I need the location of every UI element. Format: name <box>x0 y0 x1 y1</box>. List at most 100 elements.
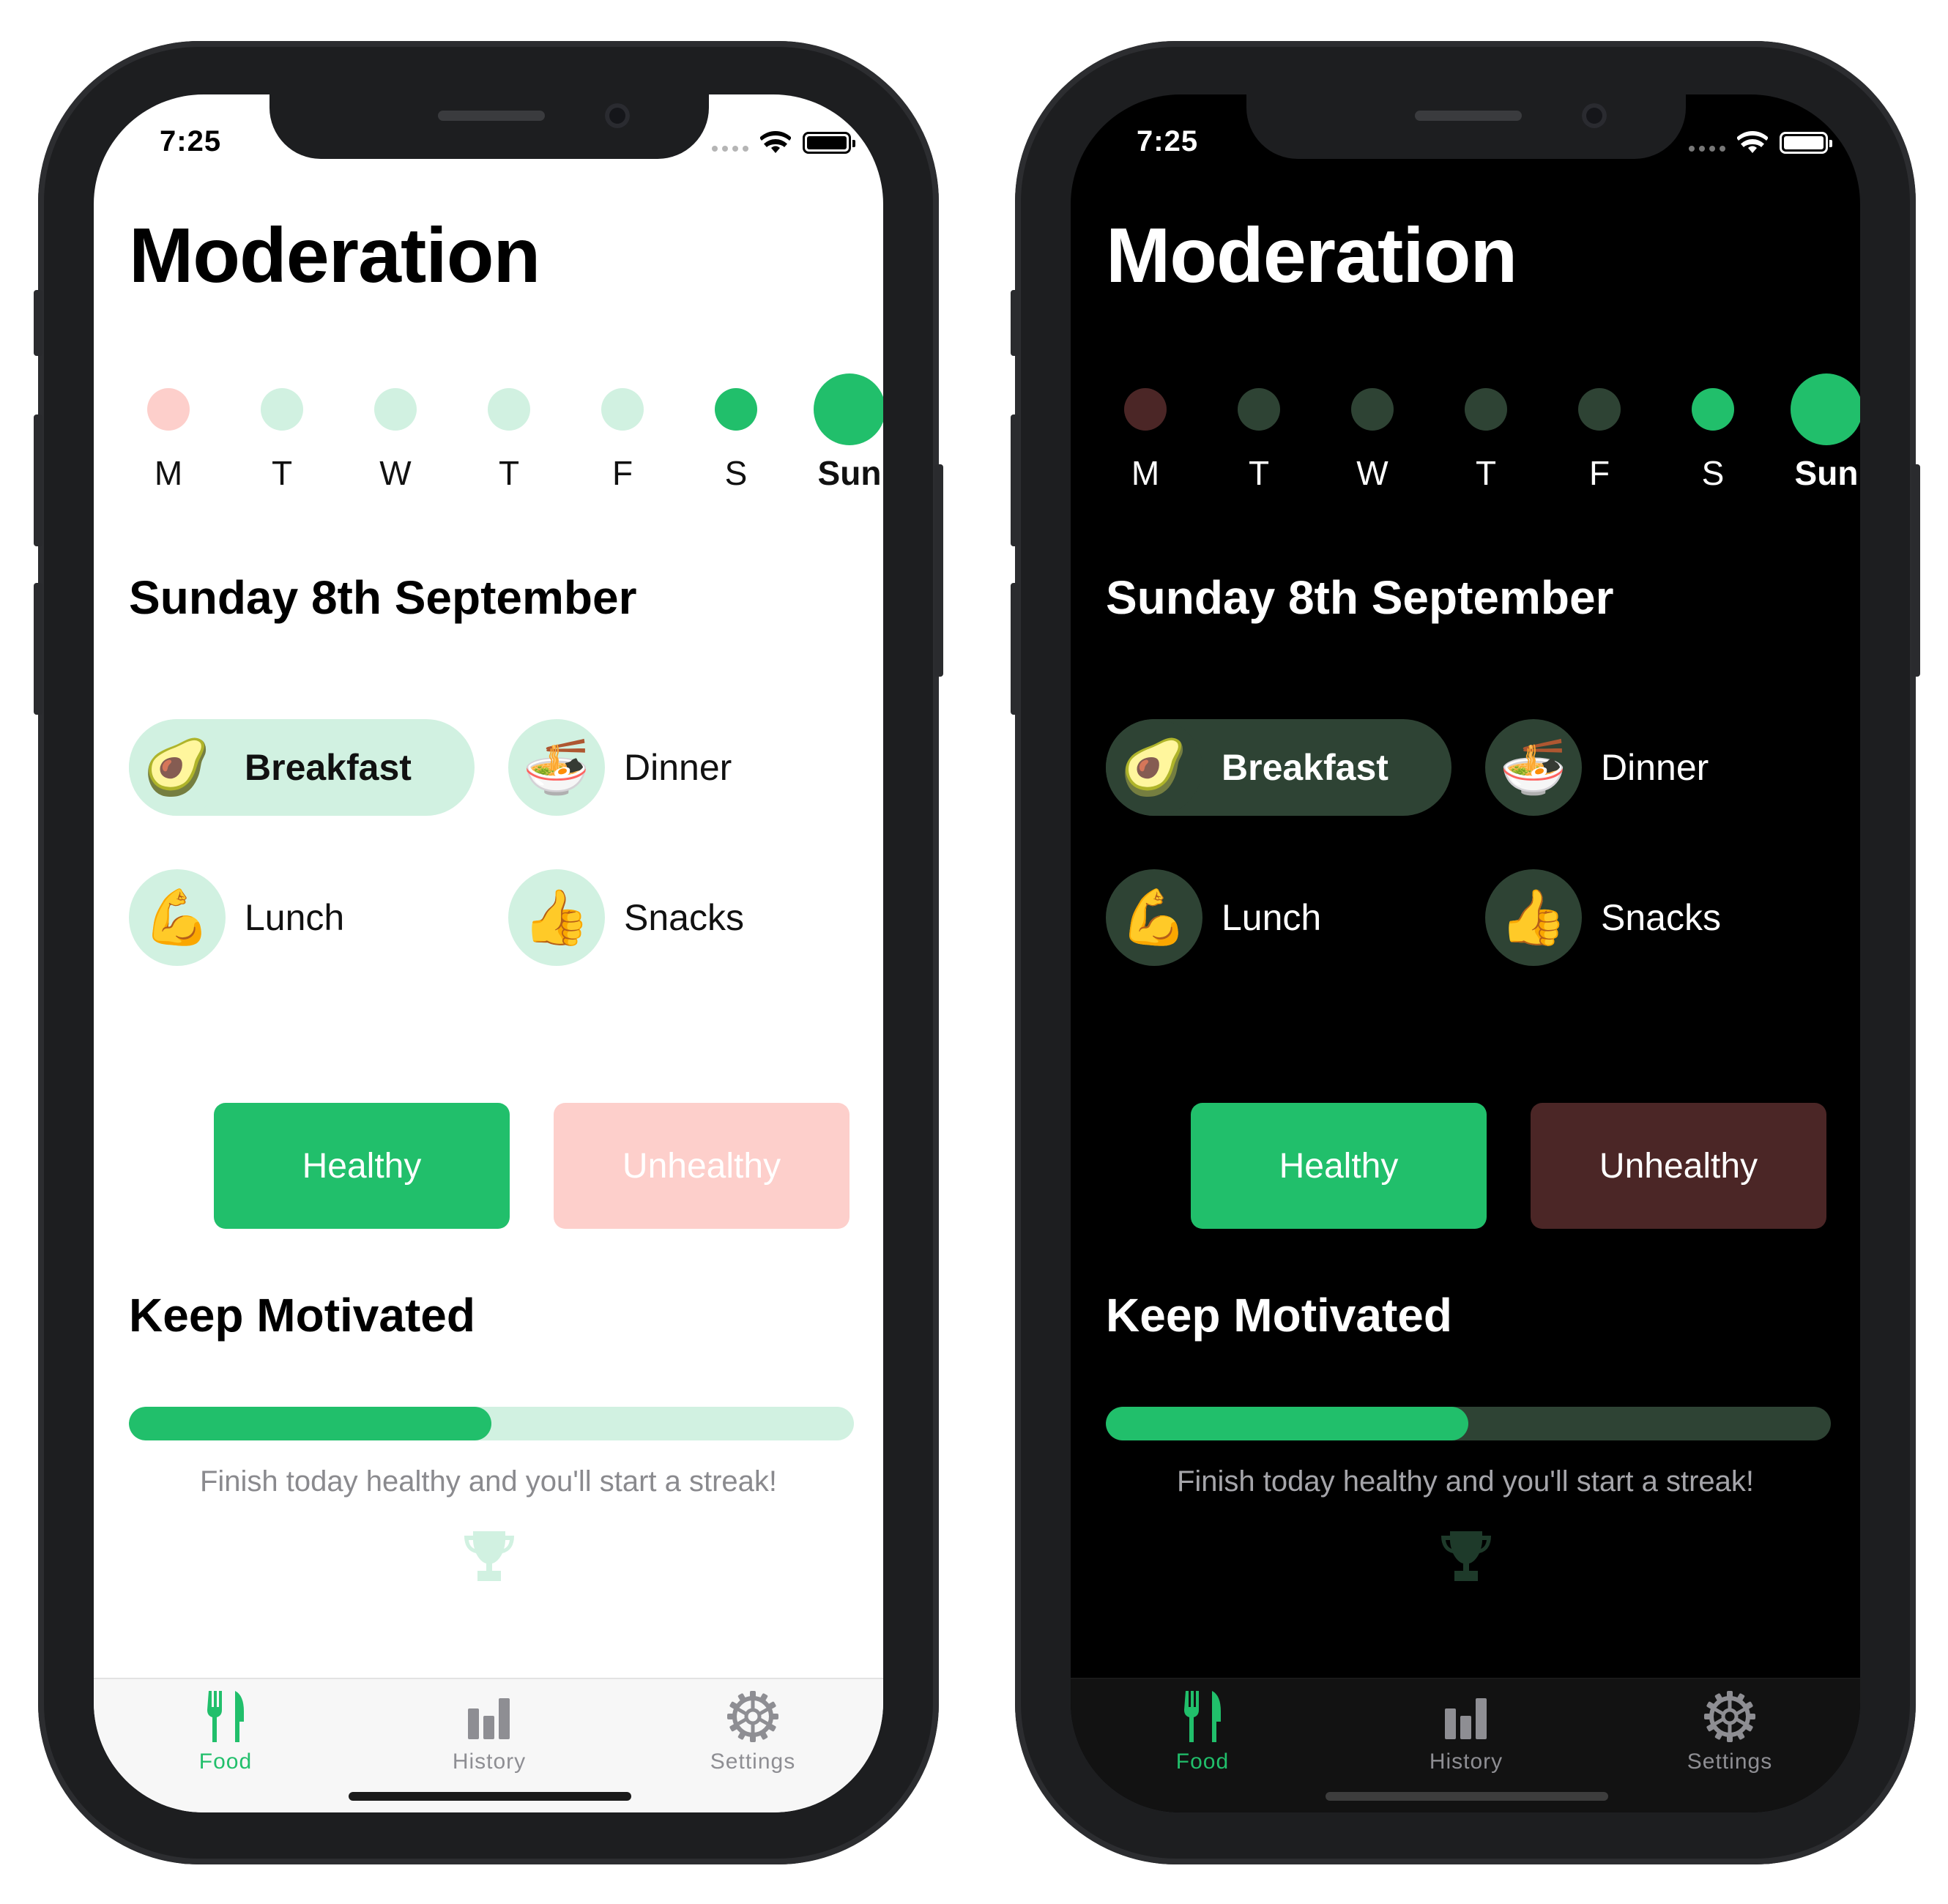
meal-lunch[interactable]: 💪 Lunch <box>1106 869 1321 966</box>
date-heading: Sunday 8th September <box>129 571 637 624</box>
day-label: F <box>1588 454 1610 492</box>
fork-knife-icon <box>1184 1691 1221 1742</box>
tab-label: History <box>1429 1749 1503 1774</box>
notch <box>269 94 709 159</box>
healthy-button[interactable]: Healthy <box>1191 1103 1487 1229</box>
day-3[interactable]: W <box>1328 358 1416 492</box>
app-screen: 7:25 Moderation M T W T F S Sun Sunday 8th Sep… <box>94 94 883 1812</box>
gear-icon <box>727 1691 778 1742</box>
day-6[interactable]: S <box>1669 358 1757 492</box>
day-4[interactable]: T <box>465 358 553 492</box>
trophy-icon <box>1441 1531 1491 1581</box>
home-indicator[interactable] <box>349 1792 631 1801</box>
tab-history[interactable]: History <box>1378 1689 1554 1792</box>
mute-switch <box>1011 290 1019 356</box>
day-5[interactable]: F <box>1555 358 1643 492</box>
meal-snacks[interactable]: 👍 Snacks <box>1485 869 1721 966</box>
day-label: S <box>1701 454 1725 492</box>
healthy-button[interactable]: Healthy <box>214 1103 510 1229</box>
app-title: Moderation <box>129 212 540 299</box>
volume-down-button <box>34 583 42 715</box>
streak-progress-bar <box>129 1407 854 1440</box>
day-status-dot <box>1692 388 1734 431</box>
day-3[interactable]: W <box>352 358 439 492</box>
meal-breakfast[interactable]: 🥑 Breakfast <box>1106 719 1451 816</box>
power-button <box>934 464 943 677</box>
trophy-icon <box>464 1531 514 1581</box>
day-status-dot <box>261 388 303 431</box>
meal-label: Snacks <box>1601 897 1721 938</box>
day-status-dot <box>1465 388 1507 431</box>
tab-food[interactable]: Food <box>138 1689 313 1792</box>
meal-dinner[interactable]: 🍜 Dinner <box>508 719 732 816</box>
status-time: 7:25 <box>1137 125 1199 157</box>
thumbs-up-icon: 👍 <box>1485 869 1582 966</box>
day-7[interactable]: Sun <box>806 358 883 492</box>
home-indicator[interactable] <box>1326 1792 1608 1801</box>
avocado-icon: 🥑 <box>1106 719 1202 816</box>
flexed-biceps-icon: 💪 <box>129 869 226 966</box>
day-7[interactable]: Sun <box>1782 358 1860 492</box>
flexed-biceps-icon: 💪 <box>1106 869 1202 966</box>
meal-label: Dinner <box>1601 747 1709 788</box>
volume-down-button <box>1011 583 1019 715</box>
day-2[interactable]: T <box>238 358 326 492</box>
streak-message: Finish today healthy and you'll start a … <box>1176 1465 1755 1498</box>
tab-settings[interactable]: Settings <box>1642 1689 1818 1792</box>
day-1[interactable]: M <box>1101 358 1189 492</box>
tab-label: Settings <box>710 1749 796 1774</box>
day-6[interactable]: S <box>692 358 780 492</box>
day-5[interactable]: F <box>579 358 666 492</box>
meal-snacks[interactable]: 👍 Snacks <box>508 869 744 966</box>
front-camera <box>1582 103 1607 128</box>
day-status-dot <box>147 388 190 431</box>
earpiece-speaker <box>1415 111 1522 121</box>
notch <box>1246 94 1686 159</box>
day-label: Sun <box>817 454 882 492</box>
day-2[interactable]: T <box>1215 358 1303 492</box>
front-camera <box>605 103 630 128</box>
wifi-icon <box>1737 131 1768 153</box>
fork-knife-icon <box>207 1691 244 1742</box>
meal-label: Snacks <box>624 897 744 938</box>
day-1[interactable]: M <box>124 358 212 492</box>
signal-icon <box>1689 146 1725 152</box>
signal-icon <box>712 146 748 152</box>
avocado-icon: 🥑 <box>129 719 226 816</box>
meal-lunch[interactable]: 💪 Lunch <box>129 869 344 966</box>
status-icons <box>712 131 855 155</box>
tab-history[interactable]: History <box>401 1689 577 1792</box>
day-label: T <box>498 454 520 492</box>
day-status-dot <box>601 388 644 431</box>
day-label: T <box>271 454 293 492</box>
battery-icon <box>1780 132 1832 154</box>
bar-chart-icon <box>468 1698 510 1739</box>
motivation-heading: Keep Motivated <box>129 1289 475 1342</box>
bar-chart-icon <box>1445 1698 1487 1739</box>
tab-food[interactable]: Food <box>1115 1689 1290 1792</box>
day-status-dot <box>715 388 757 431</box>
day-label: W <box>1356 454 1388 492</box>
thumbs-up-icon: 👍 <box>508 869 605 966</box>
battery-icon <box>803 132 855 154</box>
meal-dinner[interactable]: 🍜 Dinner <box>1485 719 1709 816</box>
day-status-dot <box>1351 388 1394 431</box>
unhealthy-button[interactable]: Unhealthy <box>554 1103 850 1229</box>
date-heading: Sunday 8th September <box>1106 571 1614 624</box>
wifi-icon <box>760 131 791 153</box>
day-label: S <box>724 454 748 492</box>
day-4[interactable]: T <box>1442 358 1530 492</box>
status-time: 7:25 <box>160 125 222 157</box>
streak-progress-fill <box>1106 1407 1468 1440</box>
day-status-dot <box>814 373 883 445</box>
tab-settings[interactable]: Settings <box>665 1689 841 1792</box>
streak-progress-fill <box>129 1407 491 1440</box>
unhealthy-button[interactable]: Unhealthy <box>1531 1103 1826 1229</box>
day-label: Sun <box>1794 454 1859 492</box>
day-status-dot <box>1238 388 1280 431</box>
meal-breakfast[interactable]: 🥑 Breakfast <box>129 719 475 816</box>
bowl-icon: 🍜 <box>1485 719 1582 816</box>
phone-frame-light: 7:25 Moderation M T W T F S Sun Sunday 8th Sep… <box>34 41 943 1864</box>
day-status-dot <box>1124 388 1167 431</box>
tab-label: Food <box>1175 1749 1230 1774</box>
